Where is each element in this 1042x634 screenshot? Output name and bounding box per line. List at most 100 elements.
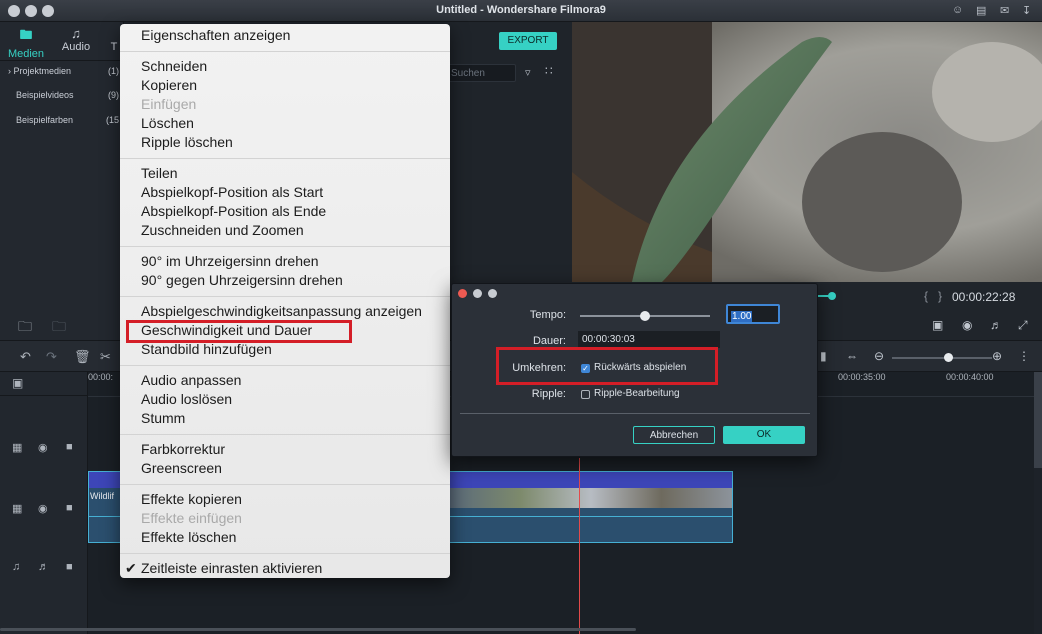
cancel-button[interactable]: Abbrechen [633, 426, 715, 444]
timeline-scrollbar[interactable] [1034, 372, 1042, 468]
menu-item-einrasten[interactable]: Zeitleiste einrasten aktivieren [141, 559, 322, 578]
menu-separator [120, 365, 450, 366]
clip-label: Wildlif [90, 491, 114, 501]
fullscreen-icon[interactable]: ⤢ [1018, 318, 1028, 333]
snapshot-icon[interactable]: ◉ [962, 318, 972, 332]
audio-track-icon: ♫ [12, 561, 21, 573]
delete-folder-icon[interactable]: 🗀 [52, 316, 66, 340]
lock-icon[interactable]: ■ [66, 441, 73, 453]
mark-in-icon[interactable]: { [924, 289, 928, 303]
menu-item-audio-loesen[interactable]: Audio loslösen [141, 390, 232, 409]
lock-icon[interactable]: ■ [66, 502, 73, 514]
menu-item-rotate-cw[interactable]: 90° im Uhrzeigersinn drehen [141, 252, 319, 271]
menu-item-greenscreen[interactable]: Greenscreen [141, 459, 222, 478]
ripple-label: Ripple: [531, 388, 566, 400]
menu-item-schneiden[interactable]: Schneiden [141, 57, 207, 76]
menu-separator [120, 51, 450, 52]
menu-item-effekte-loeschen[interactable]: Effekte löschen [141, 528, 236, 547]
menu-item-speed-adjust[interactable]: Abspielgeschwindigkeitsanpassung anzeige… [141, 302, 422, 321]
video-track-icon: ▦ [12, 442, 23, 454]
menu-item-effekte-kopieren[interactable]: Effekte kopieren [141, 490, 242, 509]
lock-icon[interactable]: ■ [66, 561, 73, 573]
grid-view-icon[interactable]: ∷ [545, 64, 553, 78]
menu-item-zuschneiden-zoomen[interactable]: Zuschneiden und Zoomen [141, 221, 304, 240]
new-folder-icon[interactable]: 🗀 [18, 316, 32, 340]
cut-icon[interactable]: ✂ [100, 349, 111, 365]
koala-preview-image [572, 22, 1042, 282]
export-button[interactable]: EXPORT [499, 32, 557, 50]
menu-item-farbkorrektur[interactable]: Farbkorrektur [141, 440, 225, 459]
add-track-icon[interactable]: ▣ [12, 376, 23, 390]
volume-icon[interactable]: ♬ [990, 318, 1002, 332]
search-input[interactable]: Suchen [446, 64, 516, 82]
dialog-close-button[interactable] [458, 289, 467, 298]
menu-item-ripple-loeschen[interactable]: Ripple löschen [141, 133, 233, 152]
menu-item-rotate-ccw[interactable]: 90° gegen Uhrzeigersinn drehen [141, 271, 343, 290]
ruler-tick-label: 00:00:35:00 [838, 372, 886, 382]
track-headers: ▣ ▦ ◉ ■ ▦ ◉ ■ ♫ ♬ ■ [0, 372, 88, 634]
list-item-beispielfarben[interactable]: Beispielfarben [16, 115, 73, 125]
zoom-out-icon[interactable]: ⊖ [874, 349, 884, 363]
menu-item-eigenschaften[interactable]: Eigenschaften anzeigen [141, 26, 290, 45]
menu-separator [120, 553, 450, 554]
window-title: Untitled - Wondershare Filmora9 [436, 4, 606, 16]
trash-icon[interactable]: 🗑 [74, 349, 91, 365]
ruler-tick-label: 00:00: [88, 372, 114, 382]
menu-item-kopieren[interactable]: Kopieren [141, 76, 197, 95]
playhead[interactable] [579, 458, 580, 634]
voiceover-icon[interactable]: ▮ [820, 349, 827, 363]
ok-button[interactable]: OK [723, 426, 805, 444]
tab-label: Medien [7, 48, 45, 60]
checkmark-icon: ✔ [125, 560, 137, 576]
list-item-label: Projektmedien [13, 66, 72, 76]
redo-icon[interactable]: ↷ [46, 349, 57, 365]
notification-icon[interactable]: ✉ [1000, 4, 1009, 17]
split-screen-icon[interactable]: ⇔ [846, 349, 858, 363]
menu-item-stumm[interactable]: Stumm [141, 409, 185, 428]
visibility-eye-icon[interactable]: ◉ [38, 502, 48, 515]
highlight-box-reverse [496, 347, 718, 385]
preview-scrubber-handle[interactable] [828, 292, 836, 300]
download-icon[interactable]: ↧ [1022, 4, 1031, 17]
mark-out-icon[interactable]: } [938, 289, 942, 303]
horizontal-scrollbar[interactable] [0, 628, 636, 631]
ruler-tick-label: 00:00:40:00 [946, 372, 994, 382]
dialog-minimize-button[interactable] [473, 289, 482, 298]
divider [0, 60, 124, 61]
visibility-eye-icon[interactable]: ◉ [38, 441, 48, 454]
zoom-in-icon[interactable]: ⊕ [992, 349, 1002, 363]
list-item-projektmedien[interactable]: › Projektmedien [8, 66, 71, 76]
divider [0, 395, 88, 396]
menu-item-abspielkopf-start[interactable]: Abspielkopf-Position als Start [141, 183, 323, 202]
menu-separator [120, 246, 450, 247]
dauer-label: Dauer: [532, 335, 566, 347]
cart-icon[interactable]: ▤ [976, 4, 986, 17]
menu-separator [120, 296, 450, 297]
preview-timecode: 00:00:22:28 [952, 290, 1016, 304]
ripple-checkbox[interactable] [581, 390, 590, 399]
menu-separator [120, 484, 450, 485]
render-icon[interactable]: ▣ [932, 318, 943, 332]
menu-separator [120, 434, 450, 435]
tab-label: Audio [61, 41, 91, 53]
speaker-icon[interactable]: ♬ [38, 561, 49, 573]
filter-icon[interactable]: ▿ [525, 66, 531, 79]
menu-item-loeschen[interactable]: Löschen [141, 114, 194, 133]
tab-medien[interactable]: 🖿 Medien [4, 24, 48, 60]
tab-audio[interactable]: ♫ Audio [54, 24, 98, 58]
menu-item-audio-anpassen[interactable]: Audio anpassen [141, 371, 241, 390]
dauer-input[interactable]: 00:00:30:03 [578, 331, 720, 348]
tempo-slider-handle[interactable] [640, 311, 650, 321]
menu-item-teilen[interactable]: Teilen [141, 164, 178, 183]
tempo-input[interactable]: 1.00 [726, 304, 780, 324]
panel-toggle-icon[interactable]: ⋮ [1018, 349, 1030, 363]
highlight-box-speed-duration [126, 320, 352, 343]
menu-item-abspielkopf-ende[interactable]: Abspielkopf-Position als Ende [141, 202, 326, 221]
account-icon[interactable]: ☺ [952, 4, 963, 16]
folder-icon: 🖿 [19, 27, 33, 42]
undo-icon[interactable]: ↶ [20, 349, 31, 365]
dialog-zoom-button[interactable] [488, 289, 497, 298]
zoom-slider[interactable] [892, 357, 992, 359]
zoom-slider-handle[interactable] [944, 353, 953, 362]
list-item-beispielvideos[interactable]: Beispielvideos [16, 90, 74, 100]
